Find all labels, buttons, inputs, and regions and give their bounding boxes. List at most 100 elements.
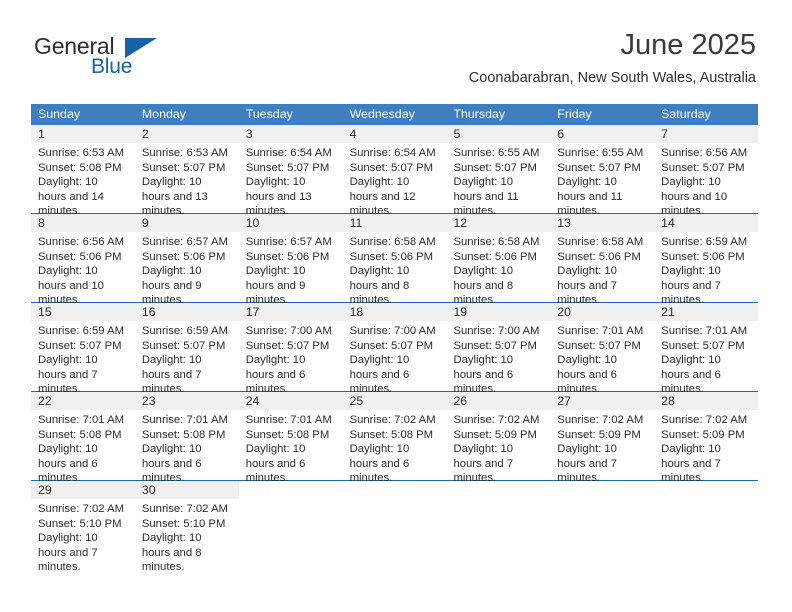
day-sun-info: Sunrise: 7:01 AM Sunset: 5:08 PM Daylight:…	[135, 410, 239, 486]
sunrise-text: Sunrise: 6:56 AM	[661, 147, 748, 159]
calendar-day-cell[interactable]: 11 Sunrise: 6:58 AM Sunset: 5:06 PM Dayligh…	[342, 214, 447, 306]
daylight-text: Daylight: 10 hours and 13 minutes.	[245, 176, 312, 218]
calendar-day-cell[interactable]: 12 Sunrise: 6:58 AM Sunset: 5:06 PM Dayligh…	[446, 214, 551, 306]
weekday-header-friday: Friday	[557, 107, 592, 121]
calendar-day-cell[interactable]: 20 Sunrise: 7:01 AM Sunset: 5:07 PM Dayligh…	[550, 303, 655, 395]
sunset-text: Sunset: 5:06 PM	[661, 250, 745, 263]
sunset-text: Sunset: 5:08 PM	[141, 428, 226, 441]
calendar-day-cell[interactable]: 2 Sunrise: 6:53 AM Sunset: 5:07 PM Daylight…	[134, 125, 239, 217]
calendar-day-cell[interactable]: 26 Sunrise: 7:02 AM Sunset: 5:09 PM Dayligh…	[446, 392, 551, 484]
day-number: 14	[654, 214, 759, 232]
calendar-week-row: 1 Sunrise: 6:53 AM Sunset: 5:08 PM Daylight…	[31, 125, 759, 217]
daylight-text: Daylight: 10 hours and 7 minutes.	[141, 354, 202, 396]
calendar-day-cell[interactable]: 29 Sunrise: 7:02 AM Sunset: 5:10 PM Dayligh…	[31, 481, 135, 573]
daylight-text: Daylight: 10 hours and 10 minutes.	[661, 176, 728, 218]
day-sun-info: Sunrise: 6:55 AM Sunset: 5:07 PM Daylight:…	[446, 143, 550, 219]
sunrise-sunset-calendar: Sunday Monday Tuesday Wednesday Thursday Frid…	[31, 104, 759, 573]
calendar-day-cell[interactable]: 14 Sunrise: 6:59 AM Sunset: 5:06 PM Dayligh…	[654, 214, 759, 306]
sunrise-text: Sunrise: 6:58 AM	[453, 236, 540, 248]
sunset-text: Sunset: 5:08 PM	[38, 428, 122, 441]
calendar-day-cell[interactable]: 30 Sunrise: 7:02 AM Sunset: 5:10 PM Dayligh…	[134, 481, 239, 573]
calendar-day-cell[interactable]: 15 Sunrise: 6:59 AM Sunset: 5:07 PM Dayligh…	[31, 303, 135, 395]
calendar-day-cell[interactable]: 13 Sunrise: 6:58 AM Sunset: 5:06 PM Dayligh…	[550, 214, 655, 306]
calendar-day-cell[interactable]: 4 Sunrise: 6:54 AM Sunset: 5:07 PM Daylight…	[342, 125, 447, 217]
day-sun-info: Sunrise: 7:02 AM Sunset: 5:09 PM Daylight:…	[446, 410, 550, 486]
day-sun-info: Sunrise: 7:02 AM Sunset: 5:10 PM Daylight:…	[135, 499, 239, 575]
day-sun-info: Sunrise: 6:58 AM Sunset: 5:06 PM Daylight:…	[343, 232, 447, 308]
general-blue-logo[interactable]: General Blue	[34, 33, 194, 79]
day-sun-info: Sunrise: 7:01 AM Sunset: 5:07 PM Daylight:…	[550, 321, 654, 397]
day-number: 20	[550, 303, 655, 321]
day-number: 22	[31, 392, 135, 410]
day-number: 23	[134, 392, 239, 410]
day-sun-info: Sunrise: 6:54 AM Sunset: 5:07 PM Daylight:…	[343, 143, 447, 219]
calendar-day-cell[interactable]: 10 Sunrise: 6:57 AM Sunset: 5:06 PM Dayligh…	[238, 214, 343, 306]
sunset-text: Sunset: 5:07 PM	[557, 339, 641, 352]
daylight-text: Daylight: 10 hours and 6 minutes.	[349, 354, 410, 396]
calendar-day-cell[interactable]: 18 Sunrise: 7:00 AM Sunset: 5:07 PM Dayligh…	[342, 303, 447, 395]
sunrise-text: Sunrise: 7:02 AM	[661, 414, 748, 426]
calendar-day-cell[interactable]: 23 Sunrise: 7:01 AM Sunset: 5:08 PM Dayligh…	[134, 392, 239, 484]
sunrise-text: Sunrise: 7:00 AM	[349, 325, 436, 337]
day-sun-info: Sunrise: 7:01 AM Sunset: 5:07 PM Daylight:…	[654, 321, 758, 397]
calendar-day-cell[interactable]: 8 Sunrise: 6:56 AM Sunset: 5:06 PM Daylight…	[31, 214, 135, 306]
sunrise-text: Sunrise: 6:58 AM	[349, 236, 436, 248]
sunrise-text: Sunrise: 6:54 AM	[349, 147, 436, 159]
day-sun-info: Sunrise: 7:02 AM Sunset: 5:09 PM Daylight:…	[550, 410, 654, 486]
sunset-text: Sunset: 5:06 PM	[245, 250, 330, 263]
sunrise-text: Sunrise: 7:02 AM	[38, 503, 125, 515]
day-number: 3	[238, 125, 343, 143]
day-sun-info: Sunrise: 6:56 AM Sunset: 5:06 PM Daylight:…	[31, 232, 135, 308]
day-number: 10	[238, 214, 343, 232]
day-number	[654, 481, 759, 499]
daylight-text: Daylight: 10 hours and 11 minutes.	[557, 176, 623, 218]
day-number	[446, 481, 551, 499]
day-number: 5	[446, 125, 551, 143]
calendar-day-cell[interactable]: 25 Sunrise: 7:02 AM Sunset: 5:08 PM Dayligh…	[342, 392, 447, 484]
day-sun-info: Sunrise: 7:02 AM Sunset: 5:08 PM Daylight:…	[343, 410, 447, 486]
day-number: 17	[238, 303, 343, 321]
calendar-day-cell[interactable]: 21 Sunrise: 7:01 AM Sunset: 5:07 PM Dayligh…	[654, 303, 759, 395]
day-sun-info: Sunrise: 6:57 AM Sunset: 5:06 PM Daylight:…	[135, 232, 239, 308]
calendar-day-cell[interactable]: 7 Sunrise: 6:56 AM Sunset: 5:07 PM Daylight…	[654, 125, 759, 217]
daylight-text: Daylight: 10 hours and 6 minutes.	[141, 443, 202, 485]
calendar-day-cell[interactable]: 16 Sunrise: 6:59 AM Sunset: 5:07 PM Dayligh…	[134, 303, 239, 395]
sunset-text: Sunset: 5:06 PM	[453, 250, 537, 263]
daylight-text: Daylight: 10 hours and 6 minutes.	[557, 354, 617, 396]
calendar-day-cell[interactable]: 28 Sunrise: 7:02 AM Sunset: 5:09 PM Dayligh…	[654, 392, 759, 484]
calendar-day-cell[interactable]: 6 Sunrise: 6:55 AM Sunset: 5:07 PM Daylight…	[550, 125, 655, 217]
day-sun-info: Sunrise: 6:59 AM Sunset: 5:07 PM Daylight:…	[31, 321, 135, 397]
calendar-day-cell[interactable]: 22 Sunrise: 7:01 AM Sunset: 5:08 PM Dayligh…	[31, 392, 135, 484]
calendar-day-cell[interactable]: 19 Sunrise: 7:00 AM Sunset: 5:07 PM Dayligh…	[446, 303, 551, 395]
page-header: General Blue June 2025 Coonabarabran, Ne…	[0, 0, 792, 86]
calendar-day-cell[interactable]: 17 Sunrise: 7:00 AM Sunset: 5:07 PM Dayligh…	[238, 303, 343, 395]
sunrise-text: Sunrise: 7:01 AM	[661, 325, 748, 337]
calendar-day-cell[interactable]: 27 Sunrise: 7:02 AM Sunset: 5:09 PM Dayligh…	[550, 392, 655, 484]
sunset-text: Sunset: 5:07 PM	[141, 339, 226, 352]
weekday-header-row: Sunday Monday Tuesday Wednesday Thursday Frid…	[31, 104, 758, 125]
day-number: 19	[446, 303, 551, 321]
day-number: 26	[446, 392, 551, 410]
calendar-day-cell-empty	[238, 481, 343, 569]
calendar-day-cell[interactable]: 5 Sunrise: 6:55 AM Sunset: 5:07 PM Daylight…	[446, 125, 551, 217]
calendar-day-cell[interactable]: 24 Sunrise: 7:01 AM Sunset: 5:08 PM Dayligh…	[238, 392, 343, 484]
day-number: 15	[31, 303, 135, 321]
daylight-text: Daylight: 10 hours and 7 minutes.	[557, 265, 617, 307]
calendar-day-cell[interactable]: 1 Sunrise: 6:53 AM Sunset: 5:08 PM Daylight…	[31, 125, 135, 217]
sunset-text: Sunset: 5:07 PM	[349, 161, 434, 174]
calendar-day-cell[interactable]: 3 Sunrise: 6:54 AM Sunset: 5:07 PM Daylight…	[238, 125, 343, 217]
calendar-day-cell[interactable]: 9 Sunrise: 6:57 AM Sunset: 5:06 PM Daylight…	[134, 214, 239, 306]
sunset-text: Sunset: 5:10 PM	[38, 517, 122, 530]
sunset-text: Sunset: 5:08 PM	[349, 428, 434, 441]
calendar-week-row: 29 Sunrise: 7:02 AM Sunset: 5:10 PM Dayligh…	[31, 480, 759, 573]
day-number: 12	[446, 214, 551, 232]
day-number: 8	[31, 214, 135, 232]
calendar-day-cell-empty	[550, 481, 655, 569]
weekday-header-sunday: Sunday	[38, 107, 81, 121]
day-number: 30	[134, 481, 239, 499]
sunset-text: Sunset: 5:07 PM	[141, 161, 226, 174]
day-sun-info: Sunrise: 6:53 AM Sunset: 5:07 PM Daylight:…	[135, 143, 239, 219]
daylight-text: Daylight: 10 hours and 7 minutes.	[557, 443, 617, 485]
day-sun-info: Sunrise: 7:00 AM Sunset: 5:07 PM Daylight:…	[446, 321, 550, 397]
day-sun-info: Sunrise: 6:54 AM Sunset: 5:07 PM Daylight:…	[239, 143, 343, 219]
